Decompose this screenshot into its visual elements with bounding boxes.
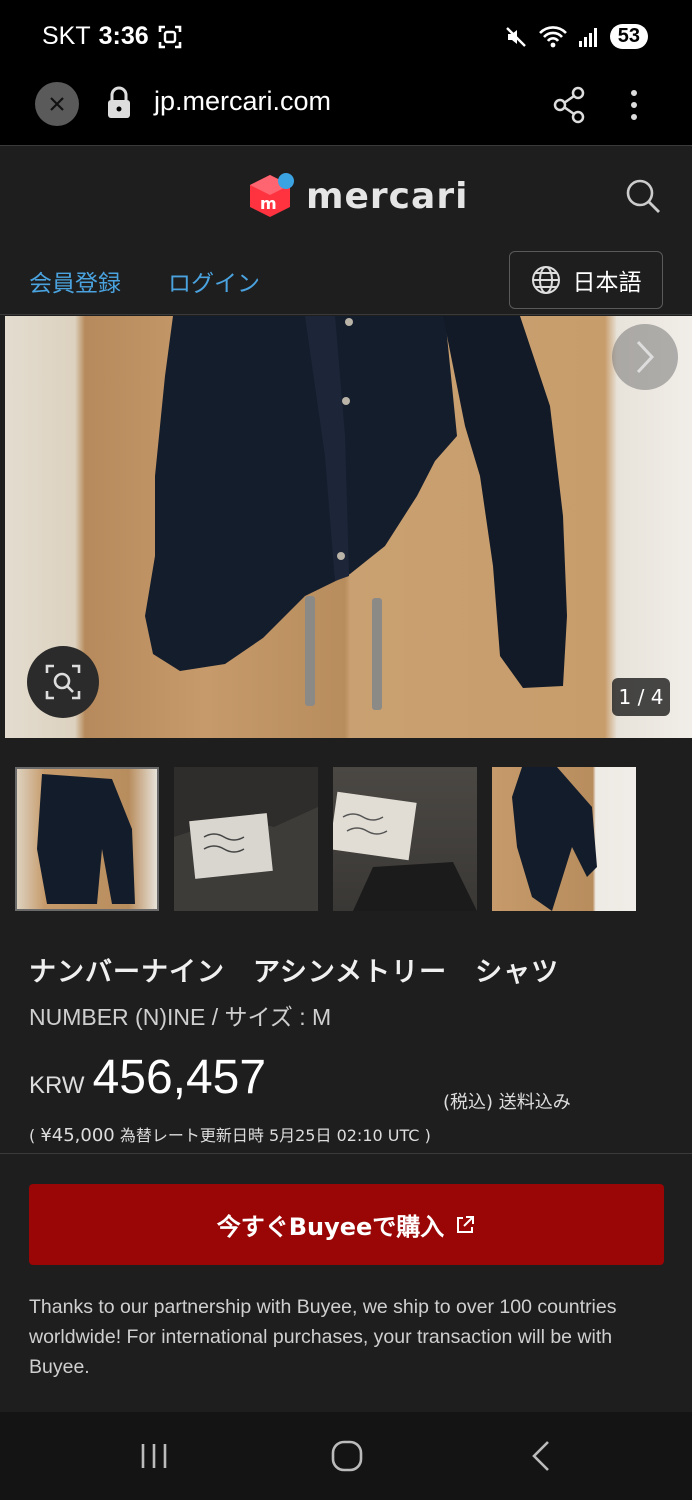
close-tab-button[interactable] [35, 82, 79, 126]
more-vertical-icon [631, 90, 637, 120]
language-button[interactable]: 日本語 [509, 251, 663, 309]
image-search-button[interactable] [27, 646, 99, 718]
external-link-icon [457, 1215, 475, 1233]
product-main-image[interactable]: 1 / 4 [5, 316, 692, 738]
svg-text:m: m [260, 194, 277, 213]
buy-button-label: 今すぐBuyeeで購入 [216, 1213, 445, 1241]
thumbnail-2-image [174, 767, 318, 879]
fx-open: ( [29, 1126, 41, 1145]
price-row: KRW 456,457 [29, 1050, 266, 1105]
exchange-rate-note: ( ¥45,000 為替レート更新日時 5月25日 02:10 UTC ) [29, 1122, 431, 1146]
shirt-photo [145, 316, 567, 710]
battery-badge: 53 [609, 24, 648, 49]
system-nav-bar [0, 1412, 692, 1500]
status-bar: SKT 3:36 53 [0, 0, 692, 78]
product-subtitle: NUMBER (N)INE / サイズ : M [29, 1004, 332, 1030]
close-icon [50, 97, 64, 111]
buyee-partnership-note: Thanks to our partnership with Buyee, we… [29, 1296, 617, 1378]
lens-icon [45, 664, 81, 700]
status-left: SKT 3:36 [42, 22, 183, 51]
status-right: 53 [504, 24, 648, 49]
thumbnail-1-image [37, 774, 135, 904]
thumbnail-3[interactable] [333, 767, 477, 911]
share-button[interactable] [552, 85, 586, 129]
more-options-button[interactable] [624, 85, 644, 129]
product-title: ナンバーナイン アシンメトリー シャツ [29, 957, 560, 988]
address-bar-url[interactable]: jp.mercari.com [154, 86, 331, 117]
wifi-icon [538, 25, 567, 47]
chevron-right-icon [636, 340, 655, 374]
next-image-button[interactable] [612, 324, 678, 390]
recent-apps-button[interactable] [140, 1442, 168, 1474]
price-value: 456,457 [92, 1051, 267, 1104]
carrier: SKT [42, 22, 91, 50]
thumbnail-2[interactable] [174, 767, 318, 911]
image-counter: 1 / 4 [612, 678, 670, 716]
thumbnail-strip [15, 767, 636, 911]
back-button[interactable] [530, 1440, 552, 1476]
screenshot-icon [158, 25, 181, 48]
divider [0, 1153, 692, 1154]
tax-shipping-note: (税込) 送料込み [443, 1092, 571, 1113]
search-icon [626, 179, 660, 213]
recent-apps-icon [141, 1444, 167, 1468]
fx-rest: 為替レート更新日時 5月25日 02:10 UTC ) [114, 1126, 431, 1145]
search-button[interactable] [624, 177, 662, 219]
clock: 3:36 [98, 22, 149, 50]
thumbnail-4[interactable] [492, 767, 636, 911]
buy-with-buyee-button[interactable]: 今すぐBuyeeで購入 [29, 1184, 664, 1265]
globe-icon [531, 266, 560, 294]
price-currency: KRW [29, 1072, 85, 1099]
back-icon [532, 1441, 549, 1471]
yen-price: ¥45,000 [40, 1125, 115, 1146]
mercari-logo-icon: m [250, 173, 294, 217]
signup-link[interactable]: 会員登録 [29, 264, 121, 298]
signal-icon [578, 27, 597, 47]
language-label: 日本語 [572, 270, 642, 296]
logo-text: mercari [306, 175, 469, 217]
mute-icon [505, 26, 526, 47]
mercari-logo[interactable]: m mercari [246, 171, 468, 221]
thumbnail-4-image [512, 767, 597, 911]
home-button[interactable] [331, 1440, 363, 1476]
share-icon [553, 86, 585, 124]
browser-bar: jp.mercari.com [0, 78, 692, 146]
thumbnail-1[interactable] [15, 767, 159, 911]
site-header: m mercari 会員登録 ログイン 日本語 [0, 147, 692, 315]
login-link[interactable]: ログイン [168, 264, 260, 298]
home-icon [331, 1440, 363, 1472]
thumbnail-3-image [333, 791, 477, 911]
lock-icon[interactable] [106, 86, 132, 124]
